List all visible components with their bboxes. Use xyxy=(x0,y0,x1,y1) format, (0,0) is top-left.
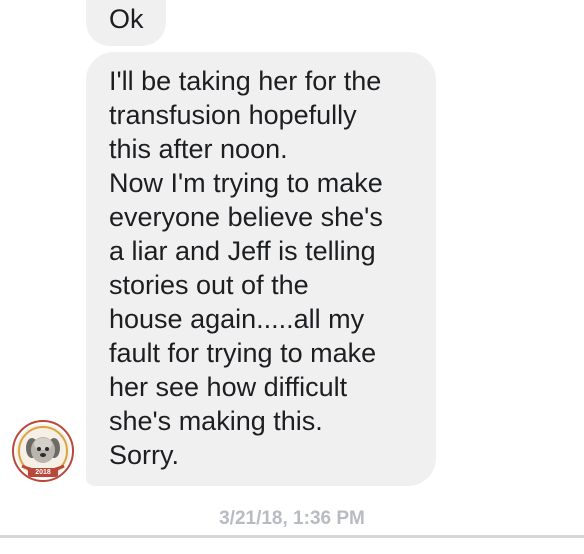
message-text: Ok xyxy=(109,4,144,34)
message-line: everyone believe she's xyxy=(109,202,383,232)
message-line: I'll be taking her for the xyxy=(109,66,382,96)
divider xyxy=(0,535,584,538)
message-line: her see how difficult xyxy=(109,372,348,402)
message-line: this after noon. xyxy=(109,134,288,164)
message-line: a liar and Jeff is telling xyxy=(109,236,376,266)
message-line: transfusion hopefully xyxy=(109,100,357,130)
message-line: Sorry. xyxy=(109,440,180,470)
message-bubble-ok[interactable]: Ok xyxy=(86,0,166,46)
sender-avatar[interactable]: 2018 xyxy=(12,420,74,482)
message-timestamp: 3/21/18, 1:36 PM xyxy=(219,508,365,529)
message-line: she's making this. xyxy=(109,406,323,436)
message-line: fault for trying to make xyxy=(109,338,377,368)
avatar-year-badge: 2018 xyxy=(28,468,58,477)
message-line: Now I'm trying to make xyxy=(109,168,383,198)
message-line: stories out of the xyxy=(109,270,309,300)
message-line: house again.....all my xyxy=(109,304,365,334)
message-bubble-long[interactable]: I'll be taking her for the transfusion h… xyxy=(86,52,436,486)
